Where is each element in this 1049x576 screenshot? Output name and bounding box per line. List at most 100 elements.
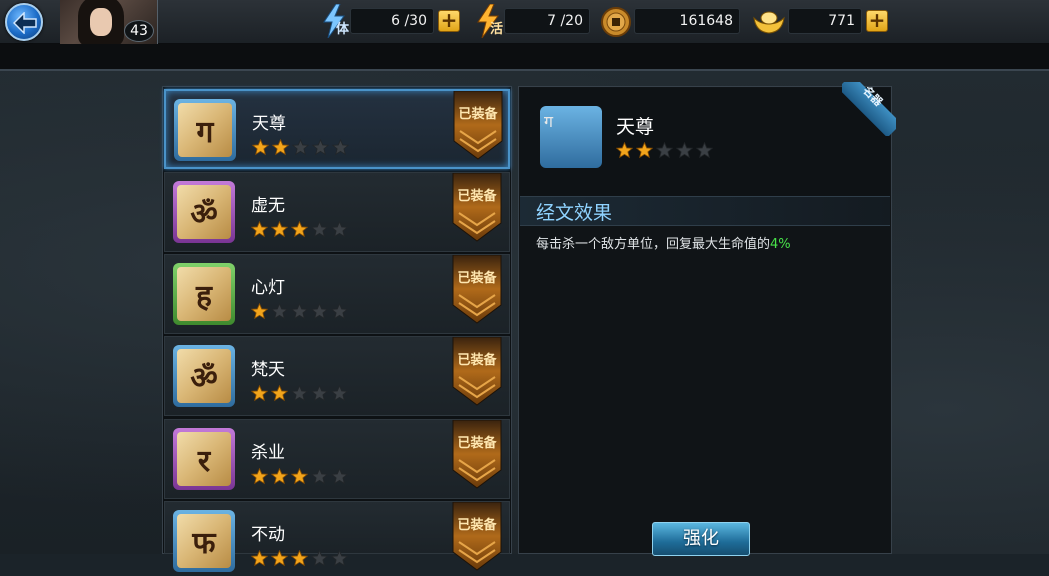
star-icon <box>251 221 268 238</box>
copper-value: 161648 <box>634 8 740 34</box>
star-icon <box>331 550 348 567</box>
detail-glyph: ग <box>544 112 554 131</box>
scripture-glyph: ॐ <box>177 185 231 239</box>
scripture-name: 不动 <box>251 525 285 545</box>
star-icon <box>252 139 269 156</box>
gold-stat: 771 + <box>752 8 892 34</box>
equipped-badge: 已装备 <box>451 172 503 243</box>
star-icon <box>271 468 288 485</box>
shield-badge-icon <box>452 419 502 489</box>
scripture-icon: फ <box>173 510 235 572</box>
star-icon <box>251 303 268 320</box>
star-icon <box>271 303 288 320</box>
copper-stat: 161648 <box>600 7 740 37</box>
stamina-stat: 体 6 /30 + <box>322 4 462 38</box>
star-rating <box>251 385 351 403</box>
star-icon <box>696 142 713 159</box>
scripture-list-item[interactable]: र 杀业 已装备 <box>164 419 510 499</box>
scripture-name: 心灯 <box>251 278 285 298</box>
scripture-name: 杀业 <box>251 443 285 463</box>
star-icon <box>312 139 329 156</box>
star-rating <box>252 139 352 157</box>
detail-name: 天尊 <box>616 116 655 138</box>
effect-description: 每击杀一个敌方单位，回复最大生命值的4% <box>536 233 791 252</box>
section-title: 经文效果 <box>536 202 613 224</box>
star-icon <box>311 303 328 320</box>
activity-stat: 活 7 /20 <box>476 4 592 38</box>
scripture-glyph: ग <box>178 103 232 157</box>
famous-item-ribbon: 名器 <box>842 82 896 136</box>
star-icon <box>271 221 288 238</box>
stamina-value: 6 /30 <box>350 8 434 34</box>
upgrade-button[interactable]: 强化 <box>652 522 750 556</box>
scripture-icon: ॐ <box>173 181 235 243</box>
scripture-icon: ह <box>173 263 235 325</box>
scripture-glyph: ॐ <box>177 349 231 403</box>
scripture-list-item[interactable]: ॐ 虚无 已装备 <box>164 172 510 252</box>
star-icon <box>331 385 348 402</box>
shield-badge-icon <box>452 254 502 324</box>
star-icon <box>331 221 348 238</box>
star-icon <box>311 221 328 238</box>
gold-ingot-icon <box>753 11 785 34</box>
star-icon <box>332 139 349 156</box>
scripture-name: 天尊 <box>252 114 286 134</box>
shield-badge-icon <box>453 90 503 160</box>
star-icon <box>251 550 268 567</box>
detail-scripture-icon: ग <box>540 106 602 168</box>
equipped-label: 已装备 <box>457 189 497 204</box>
star-rating <box>251 303 351 321</box>
star-icon <box>272 139 289 156</box>
star-icon <box>311 550 328 567</box>
star-icon <box>311 468 328 485</box>
equipped-badge: 已装备 <box>451 501 503 572</box>
activity-label: 活 <box>490 22 504 37</box>
equipped-badge: 已装备 <box>451 419 503 490</box>
star-rating <box>251 468 351 486</box>
scripture-icon: र <box>173 428 235 490</box>
star-rating <box>251 221 351 239</box>
scripture-icon: ग <box>174 99 236 161</box>
star-icon <box>292 139 309 156</box>
effect-value: 4% <box>770 237 791 252</box>
add-gold-button[interactable]: + <box>866 10 888 32</box>
shield-badge-icon <box>452 172 502 242</box>
copper-coin-icon <box>601 7 631 37</box>
star-icon <box>291 385 308 402</box>
equipped-label: 已装备 <box>457 271 497 286</box>
scripture-name: 梵天 <box>251 360 285 380</box>
activity-value: 7 /20 <box>504 8 590 34</box>
equipped-label: 已装备 <box>457 518 497 533</box>
star-icon <box>636 142 653 159</box>
equipped-badge: 已装备 <box>451 254 503 325</box>
star-rating <box>251 550 351 568</box>
star-icon <box>311 385 328 402</box>
scripture-list-item[interactable]: ग 天尊 已装备 <box>164 89 510 169</box>
star-icon <box>251 385 268 402</box>
shield-badge-icon <box>452 336 502 406</box>
scripture-list-item[interactable]: ॐ 梵天 已装备 <box>164 336 510 416</box>
scripture-icon: ॐ <box>173 345 235 407</box>
star-icon <box>251 468 268 485</box>
star-icon <box>291 221 308 238</box>
player-level: 43 <box>124 20 154 42</box>
scripture-glyph: फ <box>177 514 231 568</box>
back-button[interactable] <box>5 3 43 41</box>
star-icon <box>616 142 633 159</box>
equipped-badge: 已装备 <box>451 336 503 407</box>
scripture-glyph: ह <box>177 267 231 321</box>
star-icon <box>331 468 348 485</box>
detail-star-rating <box>616 142 716 163</box>
stamina-label: 体 <box>336 22 350 37</box>
add-stamina-button[interactable]: + <box>438 10 460 32</box>
star-icon <box>291 303 308 320</box>
equipped-label: 已装备 <box>458 107 498 122</box>
equipped-label: 已装备 <box>457 353 497 368</box>
star-icon <box>331 303 348 320</box>
scripture-list-item[interactable]: ह 心灯 已装备 <box>164 254 510 334</box>
scripture-name: 虚无 <box>251 196 285 216</box>
star-icon <box>271 550 288 567</box>
shield-badge-icon <box>452 501 502 571</box>
star-icon <box>271 385 288 402</box>
scripture-list-item[interactable]: फ 不动 已装备 <box>164 501 510 572</box>
